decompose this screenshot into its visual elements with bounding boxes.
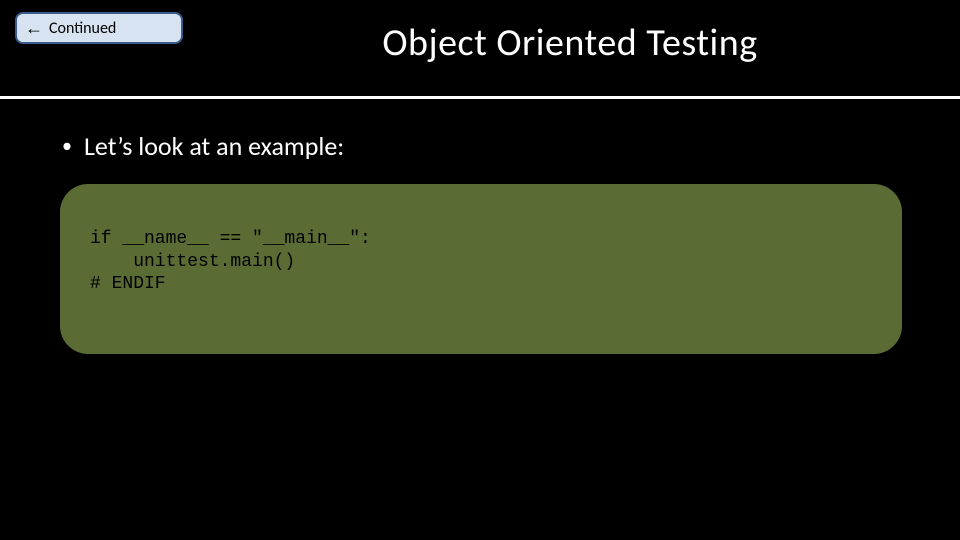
code-content: if __name__ == "__main__": unittest.main… bbox=[90, 228, 872, 296]
code-block: if __name__ == "__main__": unittest.main… bbox=[60, 184, 902, 354]
arrow-left-icon: ← bbox=[25, 18, 43, 39]
continued-badge: ← Continued bbox=[15, 12, 183, 44]
continued-label: Continued bbox=[49, 19, 116, 38]
slide-title: Object Oriented Testing bbox=[240, 20, 900, 66]
bullet-marker: • bbox=[62, 136, 72, 156]
slide-title-area: Object Oriented Testing bbox=[240, 20, 900, 66]
bullet-text: Let’s look at an example: bbox=[84, 130, 344, 162]
title-underline bbox=[0, 96, 960, 99]
bullet-line: • Let’s look at an example: bbox=[62, 130, 344, 162]
